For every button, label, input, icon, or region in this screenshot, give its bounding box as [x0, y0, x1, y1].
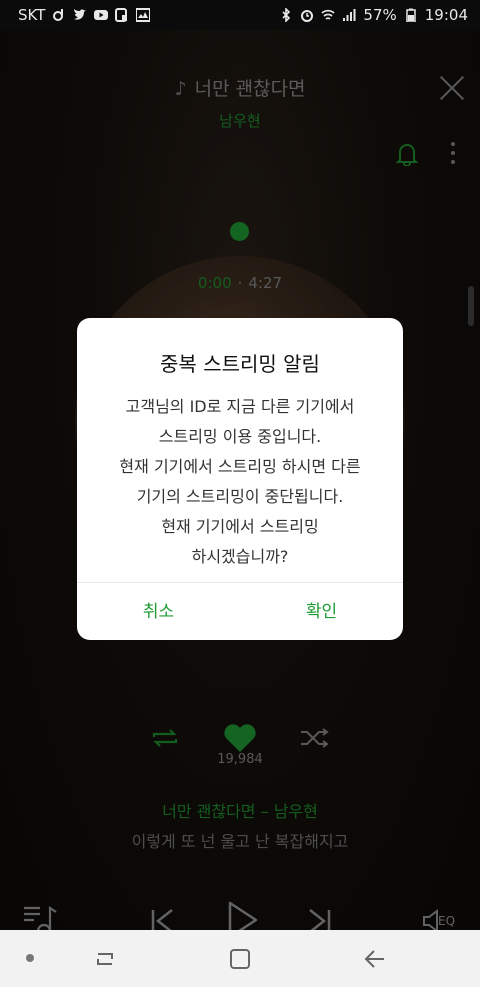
- status-bar: SKT 57% 19:04: [0, 0, 480, 30]
- dialog-title: 중복 스트리밍 알림: [160, 352, 320, 376]
- wifi-icon: [321, 9, 335, 20]
- battery-icon: [406, 8, 416, 22]
- dialog-message-line: 하시겠습니까?: [191, 547, 289, 566]
- dialog-message-line: 기기의 스트리밍이 중단됩니다.: [136, 487, 344, 506]
- carrier-label: SKT: [18, 6, 46, 24]
- dialog-message-line: 고객님의 ID로 지금 다른 기기에서: [125, 397, 355, 416]
- dialog-message-line: 스트리밍 이용 중입니다.: [158, 427, 322, 446]
- twitter-icon: [74, 9, 87, 20]
- nav-dot-icon[interactable]: [26, 954, 34, 962]
- navigation-bar: [0, 930, 480, 987]
- recent-apps-icon[interactable]: [92, 946, 118, 972]
- status-bar-right: 57% 19:04: [279, 6, 468, 24]
- cancel-button[interactable]: 취소: [77, 584, 240, 640]
- battery-percent: 57%: [363, 6, 397, 24]
- gallery-icon: [136, 8, 151, 22]
- signal-icon: [343, 9, 356, 21]
- status-bar-left: SKT: [18, 6, 151, 24]
- alarm-icon: [301, 10, 314, 22]
- back-icon[interactable]: [362, 946, 388, 972]
- dialog-message-line: 현재 기기에서 스트리밍 하시면 다른: [119, 457, 361, 476]
- dialog-message: 고객님의 ID로 지금 다른 기기에서 스트리밍 이용 중입니다. 현재 기기에…: [77, 392, 403, 572]
- confirm-button[interactable]: 확인: [240, 584, 403, 640]
- dialog-message-line: 현재 기기에서 스트리밍: [161, 517, 319, 536]
- duplicate-streaming-dialog: 중복 스트리밍 알림 고객님의 ID로 지금 다른 기기에서 스트리밍 이용 중…: [77, 318, 403, 640]
- dialog-divider: [77, 582, 403, 583]
- music-app-icon: [53, 9, 64, 21]
- phone-icon: [115, 8, 128, 22]
- youtube-icon: [94, 10, 109, 20]
- clock: 19:04: [424, 6, 468, 24]
- home-icon[interactable]: [227, 946, 253, 972]
- bluetooth-icon: [282, 8, 291, 22]
